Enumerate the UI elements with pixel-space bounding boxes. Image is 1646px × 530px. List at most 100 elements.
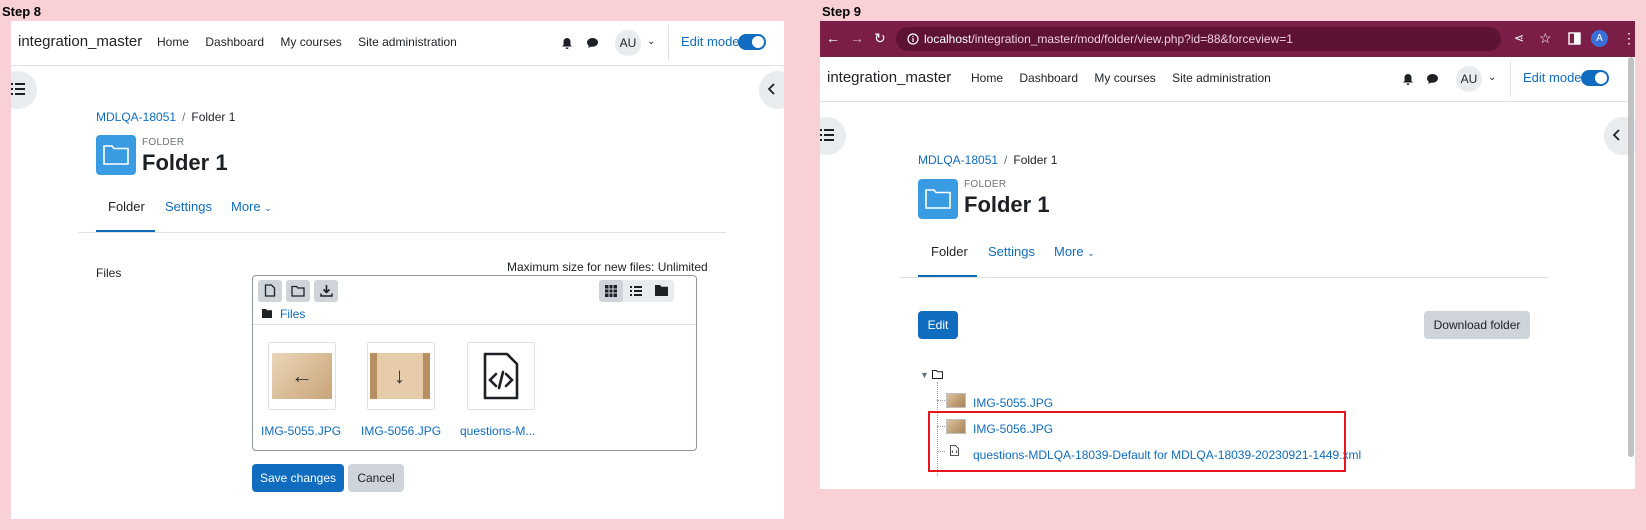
breadcrumb-course-link[interactable]: MDLQA-18051: [96, 110, 176, 124]
nav-site-administration[interactable]: Site administration: [358, 35, 457, 49]
tree-expand-caret-icon[interactable]: ▼: [920, 370, 929, 380]
file-thumbnail-questions-xml[interactable]: [467, 342, 535, 410]
course-index-drawer-button[interactable]: [820, 117, 846, 155]
icons-view-button[interactable]: [599, 280, 623, 302]
nav-home[interactable]: Home: [157, 35, 189, 49]
activity-pretitle: FOLDER: [964, 179, 1007, 190]
url-text[interactable]: localhost/integration_master/mod/folder/…: [924, 32, 1293, 46]
tab-settings[interactable]: Settings: [988, 244, 1035, 259]
tab-settings[interactable]: Settings: [165, 199, 212, 214]
side-panel-icon[interactable]: [1568, 32, 1581, 45]
file-icon: [264, 284, 276, 297]
tab-folder[interactable]: Folder: [931, 244, 968, 259]
user-avatar[interactable]: AU: [615, 30, 641, 56]
back-arrow-icon[interactable]: ←: [826, 31, 840, 45]
file-name-img-5056[interactable]: IMG-5056.JPG: [361, 424, 441, 438]
nav-home[interactable]: Home: [971, 71, 1003, 85]
list-icon: [820, 129, 834, 141]
edit-button[interactable]: Edit: [918, 311, 958, 339]
download-all-button[interactable]: [314, 280, 338, 302]
step-9-screenshot: ← → ↻ localhost/integration_master/mod/f…: [820, 21, 1635, 489]
site-info-icon[interactable]: [907, 33, 919, 45]
folder-icon: [103, 145, 129, 165]
tree-view-button[interactable]: [649, 280, 673, 302]
grid-icon: [605, 285, 617, 297]
more-chevron-down-icon: ⌄: [264, 203, 272, 213]
folder-icon: [925, 189, 951, 209]
notifications-bell-icon[interactable]: [1402, 73, 1414, 85]
block-drawer-button[interactable]: [759, 71, 784, 109]
file-name-img-5055[interactable]: IMG-5055.JPG: [261, 424, 341, 438]
page-scrollbar[interactable]: [1628, 57, 1634, 457]
tab-more[interactable]: More ⌄: [1054, 244, 1095, 259]
browser-menu-icon[interactable]: ⋮: [1622, 31, 1635, 45]
navbar-divider: [1510, 61, 1511, 97]
list-view-button[interactable]: [624, 280, 648, 302]
course-index-drawer-button[interactable]: [11, 71, 37, 109]
tree-file-img-5055[interactable]: IMG-5055.JPG: [973, 396, 1053, 410]
cancel-button[interactable]: Cancel: [348, 464, 404, 492]
view-mode-group: [599, 280, 674, 302]
tab-folder[interactable]: Folder: [108, 199, 145, 214]
nav-dashboard[interactable]: Dashboard: [205, 35, 264, 49]
path-files-link[interactable]: Files: [280, 307, 305, 321]
browser-profile-avatar[interactable]: A: [1591, 30, 1608, 47]
browser-toolbar: ← → ↻ localhost/integration_master/mod/f…: [820, 21, 1635, 57]
top-navbar: integration_master Home Dashboard My cou…: [820, 57, 1635, 102]
user-menu-chevron-down-icon[interactable]: ⌄: [647, 36, 655, 47]
url-path: /integration_master/mod/folder/view.php?…: [971, 32, 1293, 46]
folder-activity-icon: [96, 135, 136, 175]
file-name-questions-xml[interactable]: questions-M...: [460, 424, 535, 438]
page-title: Folder 1: [142, 150, 228, 175]
edit-mode-label: Edit mode: [1523, 70, 1582, 85]
step-9-label: Step 9: [822, 4, 862, 19]
edit-mode-toggle[interactable]: [1581, 70, 1609, 86]
user-menu-chevron-down-icon[interactable]: ⌄: [1488, 72, 1496, 83]
step-8-label: Step 8: [2, 4, 42, 19]
nav-dashboard[interactable]: Dashboard: [1019, 71, 1078, 85]
save-changes-button[interactable]: Save changes: [252, 464, 344, 492]
site-name[interactable]: integration_master: [827, 69, 951, 86]
chevron-left-icon: [767, 83, 775, 95]
page-title: Folder 1: [964, 192, 1050, 217]
bookmark-star-icon[interactable]: ☆: [1539, 31, 1552, 45]
create-folder-button[interactable]: [286, 280, 310, 302]
tab-more[interactable]: More ⌄: [231, 199, 272, 214]
nav-my-courses[interactable]: My courses: [1094, 71, 1155, 85]
breadcrumb-current: Folder 1: [191, 110, 236, 124]
primary-navigation: Home Dashboard My courses Site administr…: [157, 35, 470, 49]
red-highlight-box: [928, 411, 1346, 472]
edit-mode-toggle[interactable]: [738, 34, 766, 50]
folder-activity-icon: [918, 179, 958, 219]
breadcrumb: MDLQA-18051 / Folder 1: [96, 110, 235, 124]
breadcrumb-current: Folder 1: [1013, 153, 1058, 167]
notifications-bell-icon[interactable]: [561, 37, 573, 49]
download-folder-button[interactable]: Download folder: [1424, 311, 1530, 339]
code-file-icon: [483, 352, 519, 400]
messages-chat-icon[interactable]: [1426, 73, 1439, 85]
folder-filled-icon: [655, 285, 668, 296]
breadcrumb-course-link[interactable]: MDLQA-18051: [918, 153, 998, 167]
arrow-left-icon: ←: [291, 363, 313, 388]
forward-arrow-icon[interactable]: →: [850, 31, 864, 45]
file-thumbnail-img-5055[interactable]: ←: [268, 342, 336, 410]
file-manager: Files ← IMG-5055.JPG ↓ IMG-5056.JPG ques…: [252, 275, 697, 451]
file-thumbnail-img-5056[interactable]: ↓: [367, 342, 435, 410]
share-icon[interactable]: ⋖: [1514, 31, 1524, 45]
arrow-down-icon: ↓: [394, 363, 405, 388]
nav-site-administration[interactable]: Site administration: [1172, 71, 1271, 85]
user-avatar[interactable]: AU: [1456, 66, 1482, 92]
messages-chat-icon[interactable]: [586, 37, 599, 49]
add-file-button[interactable]: [258, 280, 282, 302]
tab-more-label: More: [1054, 244, 1084, 259]
nav-my-courses[interactable]: My courses: [280, 35, 341, 49]
files-field-label: Files: [96, 266, 122, 280]
activity-pretitle: FOLDER: [142, 137, 185, 148]
list-icon: [11, 83, 25, 95]
more-chevron-down-icon: ⌄: [1087, 248, 1095, 258]
breadcrumb-separator: /: [182, 110, 186, 124]
list-view-icon: [630, 286, 642, 296]
site-name[interactable]: integration_master: [18, 33, 142, 50]
breadcrumb-separator: /: [1004, 153, 1008, 167]
reload-icon[interactable]: ↻: [874, 31, 886, 45]
